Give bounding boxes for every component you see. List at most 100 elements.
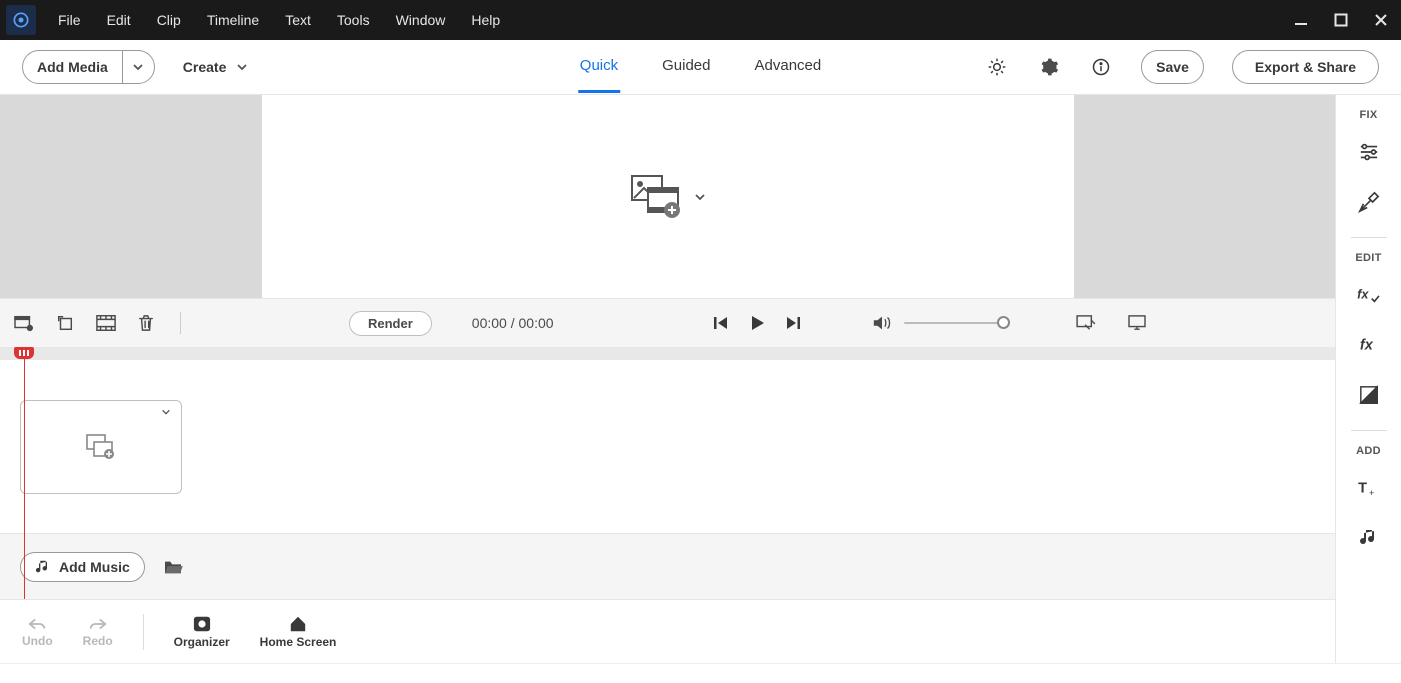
body: Render 00:00 / 00:00 [0,95,1401,663]
svg-text:+: + [1369,488,1374,498]
undo-label: Undo [22,634,53,648]
trash-icon[interactable] [138,314,154,332]
fullscreen-icon[interactable] [1128,315,1146,331]
right-panel: FIX EDIT fx fx ADD T+ [1335,95,1401,663]
organizer-button[interactable]: Organizer [174,615,230,649]
menu-text[interactable]: Text [273,8,323,32]
redo-icon [88,616,108,632]
menu-timeline[interactable]: Timeline [195,8,271,32]
home-icon [288,615,308,633]
add-media-button[interactable]: Add Media [22,50,155,84]
render-label: Render [368,316,413,331]
menu-clip[interactable]: Clip [145,8,193,32]
create-button[interactable]: Create [173,59,259,75]
contrast-icon[interactable] [1346,372,1392,418]
status-bar [0,663,1401,683]
render-button[interactable]: Render [349,311,432,336]
workspace-tabs: Quick Guided Advanced [578,41,823,93]
menu-tools[interactable]: Tools [325,8,382,32]
clip-slot[interactable] [20,400,182,494]
export-share-button[interactable]: Export & Share [1232,50,1379,84]
tab-quick[interactable]: Quick [578,41,620,93]
window-close-button[interactable] [1361,6,1401,34]
undo-icon [27,616,47,632]
separator [143,614,144,650]
freeze-frame-icon[interactable] [14,314,34,332]
tab-advanced[interactable]: Advanced [753,41,824,93]
timecode: 00:00 / 00:00 [472,315,554,331]
left-column: Render 00:00 / 00:00 [0,95,1335,663]
fix-section-label: FIX [1359,109,1377,121]
edit-section-label: EDIT [1355,252,1381,264]
volume-knob[interactable] [997,316,1010,329]
divider [1351,237,1387,238]
menu-help[interactable]: Help [459,8,512,32]
playback-bar: Render 00:00 / 00:00 [0,298,1335,348]
time-total: 00:00 [519,315,554,331]
add-music-label: Add Music [59,559,130,575]
prev-frame-button[interactable] [712,314,730,332]
save-button[interactable]: Save [1141,50,1204,84]
add-media-placeholder-icon [630,174,686,220]
bottom-bar: Undo Redo Organizer Home Screen [0,599,1335,663]
svg-text:T: T [1358,481,1367,497]
export-label: Export & Share [1255,59,1356,75]
quality-icon[interactable] [1076,315,1096,331]
redo-label: Redo [83,634,113,648]
svg-text:fx: fx [1359,338,1373,354]
tab-guided[interactable]: Guided [660,41,712,93]
rotate-icon[interactable] [56,314,74,332]
add-text-icon[interactable]: T+ [1346,465,1392,511]
music-note-icon [35,559,51,575]
volume-track [904,322,1010,324]
redo-button[interactable]: Redo [83,616,113,648]
preview-area [0,95,1335,298]
add-music-button[interactable]: Add Music [20,552,145,582]
save-label: Save [1156,59,1189,75]
chevron-down-icon [236,61,248,73]
app-logo [6,5,36,35]
clip-slot-dropdown[interactable] [161,407,171,417]
add-section-label: ADD [1356,445,1381,457]
gear-icon[interactable] [1037,55,1061,79]
svg-text:fx: fx [1357,287,1369,302]
create-label: Create [183,59,227,75]
home-screen-button[interactable]: Home Screen [260,615,337,649]
display-icons [1076,315,1146,331]
home-label: Home Screen [260,635,337,649]
chevron-down-icon [694,191,706,203]
fx-applied-icon[interactable]: fx [1346,272,1392,318]
tools-icon[interactable] [1346,179,1392,225]
volume-slider[interactable] [904,314,1010,332]
playhead-line [24,358,25,599]
fx-icon[interactable]: fx [1346,322,1392,368]
timeline: Add Music [0,348,1335,599]
play-button[interactable] [748,314,766,332]
menu-edit[interactable]: Edit [95,8,143,32]
next-frame-button[interactable] [784,314,802,332]
brightness-icon[interactable] [985,55,1009,79]
add-music-icon[interactable] [1346,515,1392,561]
window-minimize-button[interactable] [1281,6,1321,34]
audio-track: Add Music [0,533,1335,599]
main-menu: File Edit Clip Timeline Text Tools Windo… [46,8,512,32]
organizer-icon [192,615,212,633]
top-toolbar: Add Media Create Quick Guided Advanced S… [0,40,1401,95]
volume-icon[interactable] [872,314,892,332]
film-icon[interactable] [96,314,116,332]
info-icon[interactable] [1089,55,1113,79]
window-maximize-button[interactable] [1321,6,1361,34]
organizer-label: Organizer [174,635,230,649]
preview-placeholder[interactable] [630,174,706,220]
timeline-ruler[interactable] [0,348,1335,360]
top-right-controls: Save Export & Share [985,50,1379,84]
add-media-dropdown[interactable] [122,51,154,83]
video-track[interactable] [0,360,1335,533]
undo-button[interactable]: Undo [22,616,53,648]
adjustments-icon[interactable] [1346,129,1392,175]
menu-file[interactable]: File [46,8,93,32]
time-current: 00:00 [472,315,507,331]
menu-window[interactable]: Window [384,8,458,32]
folder-icon[interactable] [163,559,183,575]
volume-area [872,314,1010,332]
